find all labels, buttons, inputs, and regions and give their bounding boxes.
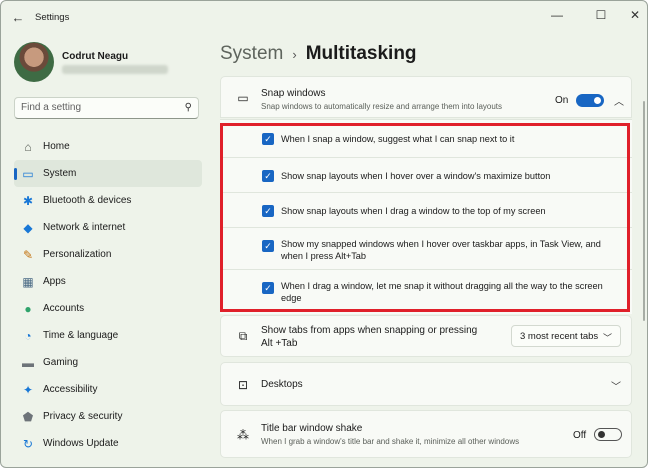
snap-window-icon: ▭ [237, 91, 249, 105]
bluetooth-icon: ✱ [22, 193, 34, 208]
accounts-icon: ● [24, 301, 32, 316]
sidebar-item-label: Network & internet [43, 222, 126, 233]
shake-title: Title bar window shake [261, 423, 363, 434]
sidebar-item-label: Gaming [43, 357, 79, 368]
sidebar-item-label: Time & language [43, 330, 119, 341]
back-arrow-icon[interactable]: ← [7, 7, 29, 27]
chevron-down-icon: ﹀ [602, 333, 612, 343]
sidebar-item-gaming[interactable]: ▬ Gaming [14, 349, 202, 376]
desktops-card[interactable]: ⊡ Desktops ﹀ [220, 362, 632, 406]
profile-email-blurred [62, 65, 168, 74]
update-icon: ↻ [22, 436, 34, 451]
snap-tabs-dropdown[interactable]: 3 most recent tabs ﹀ [511, 325, 621, 347]
sidebar-item-label: Personalization [43, 249, 112, 260]
tabs-icon: ⧉ [238, 328, 248, 343]
sidebar-item-home[interactable]: ⌂ Home [14, 133, 202, 160]
snap-windows-title: Snap windows [261, 88, 326, 99]
monitor-icon: ▭ [22, 166, 34, 181]
title-bar: ← Settings — ☐ ✕ [1, 1, 647, 33]
sidebar-item-windows-update[interactable]: ↻ Windows Update [14, 430, 202, 457]
snap-windows-card[interactable]: ▭ Snap windows Snap windows to automatic… [220, 76, 632, 118]
search-icon[interactable]: ⚲ [185, 102, 192, 113]
close-button[interactable]: ✕ [615, 3, 647, 27]
sidebar-item-label: System [43, 168, 77, 179]
sidebar-item-privacy-security[interactable]: ⬟ Privacy & security [14, 403, 202, 430]
desktops-title: Desktops [261, 379, 303, 390]
sidebar-item-label: Accessibility [43, 384, 98, 395]
snap-tabs-value: 3 most recent tabs [520, 331, 599, 342]
sidebar-item-time-language[interactable]: ◔ Time & language [14, 322, 202, 349]
chevron-right-icon: › [292, 46, 297, 62]
sidebar-nav: ⌂ Home ▭ System ✱ Bluetooth & devices ◆ Network… [14, 133, 202, 457]
shield-icon: ⬟ [22, 409, 34, 424]
wifi-icon: ◆ [23, 220, 33, 235]
sidebar-item-accounts[interactable]: ● Accounts [14, 295, 202, 322]
minimize-button[interactable]: — [537, 3, 577, 27]
snap-windows-description: Snap windows to automatically resize and… [261, 102, 503, 111]
title-bar-shake-card: ⁂ Title bar window shake When I grab a w… [220, 410, 632, 458]
accessibility-icon: ✦ [22, 382, 34, 397]
desktops-icon: ⊡ [237, 378, 249, 392]
chevron-down-icon[interactable]: ﹀ [611, 378, 621, 393]
sidebar-item-system[interactable]: ▭ System [14, 160, 202, 187]
sidebar-item-label: Privacy & security [43, 411, 123, 422]
shake-toggle-label: Off [573, 430, 587, 441]
shake-description: When I grab a window's title bar and sha… [261, 437, 520, 446]
page-title: Multitasking [305, 43, 417, 64]
scrollbar[interactable] [643, 101, 645, 321]
snap-toggle-label: On [555, 95, 569, 106]
search-box[interactable]: ⚲ [14, 97, 199, 119]
app-title: Settings [35, 12, 70, 23]
sidebar-item-label: Home [43, 141, 70, 152]
sidebar-item-apps[interactable]: ▦ Apps [14, 268, 202, 295]
sidebar-item-label: Bluetooth & devices [43, 195, 132, 206]
settings-window: ← Settings — ☐ ✕ Codrut Neagu ⚲ ⌂ Home ▭ Sy… [0, 0, 648, 468]
sidebar-item-network-internet[interactable]: ◆ Network & internet [14, 214, 202, 241]
snap-windows-toggle[interactable] [576, 94, 604, 107]
sidebar-item-bluetooth-devices[interactable]: ✱ Bluetooth & devices [14, 187, 202, 214]
sidebar-item-personalization[interactable]: ✎ Personalization [14, 241, 202, 268]
home-icon: ⌂ [24, 139, 32, 154]
sidebar-item-label: Apps [43, 276, 66, 287]
sidebar-item-accessibility[interactable]: ✦ Accessibility [14, 376, 202, 403]
profile-name: Codrut Neagu [62, 51, 129, 62]
shake-icon: ⁂ [237, 428, 249, 442]
avatar[interactable] [14, 42, 54, 82]
globe-clock-icon: ◔ [24, 328, 32, 343]
chevron-up-icon[interactable]: ︿ [614, 93, 624, 108]
sidebar-item-label: Accounts [43, 303, 85, 314]
gamepad-icon: ▬ [22, 355, 34, 370]
brush-icon: ✎ [22, 247, 34, 262]
breadcrumb-parent[interactable]: System [220, 43, 283, 65]
search-input[interactable] [21, 102, 171, 113]
shake-toggle[interactable] [594, 428, 622, 441]
snap-tabs-card: ⧉ Show tabs from apps when snapping or p… [220, 315, 632, 357]
sidebar-item-label: Windows Update [43, 438, 119, 449]
highlight-box [220, 123, 630, 312]
breadcrumb: System › Multitasking [220, 41, 417, 67]
snap-tabs-title: Show tabs from apps when snapping or pre… [261, 325, 478, 349]
apps-icon: ▦ [22, 274, 34, 289]
